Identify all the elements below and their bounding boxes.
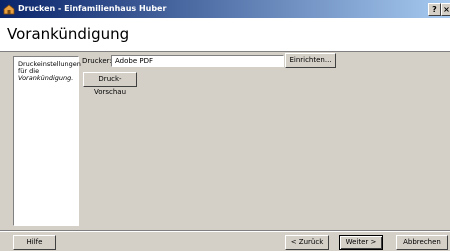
close-icon[interactable]: × — [441, 3, 450, 16]
description-text: Druckeinstellungen für die Vorankündigun… — [18, 61, 81, 82]
description-panel: Druckeinstellungen für die Vorankündigun… — [13, 56, 81, 226]
page-title: Vorankündigung — [7, 25, 130, 43]
help-button[interactable]: Hilfe — [13, 235, 56, 250]
help-title-button[interactable]: ? — [428, 3, 441, 16]
next-button[interactable]: Weiter > — [339, 235, 383, 250]
footer-separator — [0, 230, 450, 232]
print-preview-button[interactable]: Druck-Vorschau — [83, 72, 137, 96]
cancel-button[interactable]: Abbrechen — [396, 235, 448, 250]
printer-field[interactable]: Adobe PDF — [111, 55, 284, 67]
back-button[interactable]: < Zurück — [285, 235, 329, 250]
window-title: Drucken - Einfamilienhaus Huber — [18, 4, 167, 13]
app-icon — [3, 4, 15, 15]
description-line-3: Vorankündigung. — [18, 74, 74, 82]
printer-settings-button[interactable]: Einrichten... — [285, 53, 336, 68]
title-bar: Drucken - Einfamilienhaus Huber ? × — [0, 0, 450, 18]
page-header: Vorankündigung — [0, 18, 450, 52]
printer-label: Drucker: — [82, 57, 112, 65]
